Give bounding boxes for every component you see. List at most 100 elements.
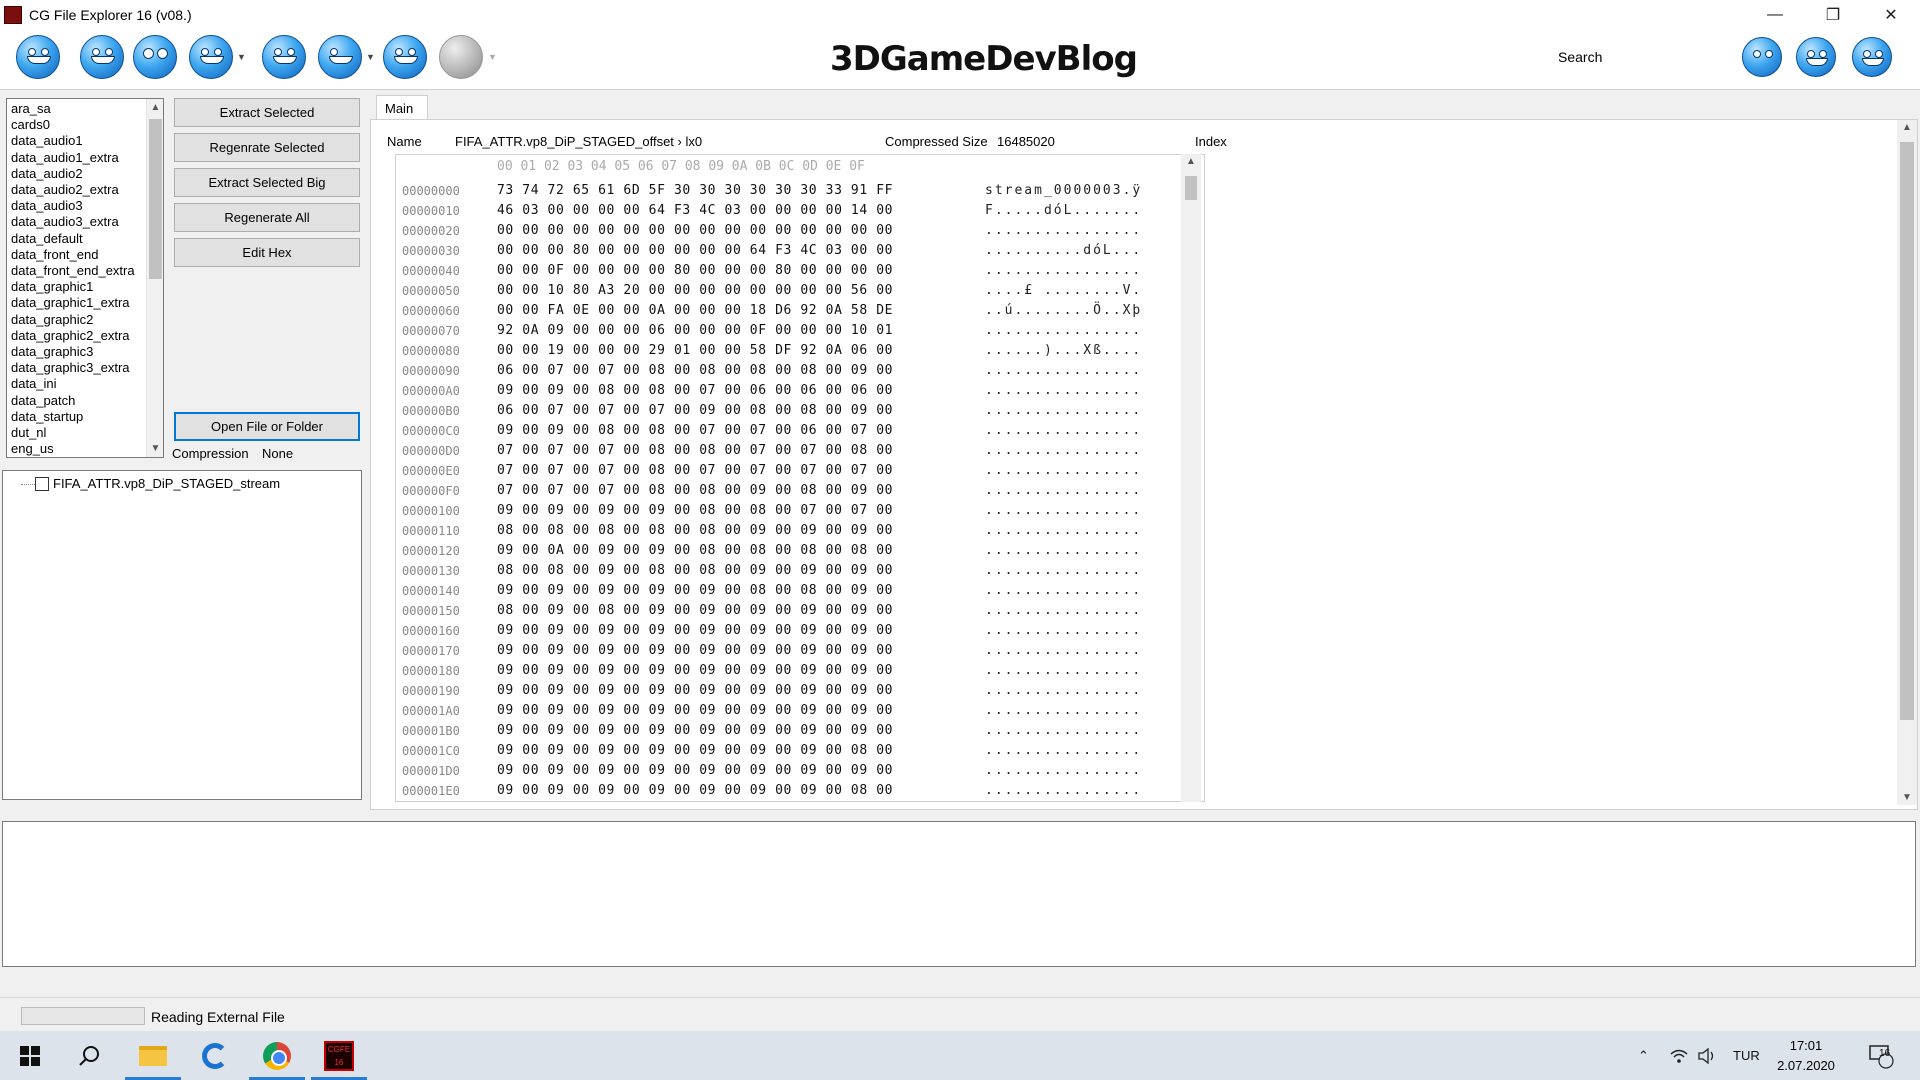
hex-row[interactable]: 00000120 09 00 0A 00 09 00 09 00 08 00 08… bbox=[402, 541, 1142, 561]
hex-bytes[interactable]: 00 00 00 00 00 00 00 00 00 00 00 00 00 0… bbox=[497, 221, 985, 241]
list-item[interactable]: data_audio1 bbox=[11, 133, 163, 149]
scroll-down-icon[interactable]: ▼ bbox=[1897, 792, 1917, 803]
hex-ascii[interactable]: ................ bbox=[985, 421, 1142, 441]
hex-bytes[interactable]: 09 00 09 00 09 00 09 00 09 00 09 00 09 0… bbox=[497, 701, 985, 721]
scroll-down-icon[interactable]: ▼ bbox=[147, 440, 163, 457]
hex-ascii[interactable]: ................ bbox=[985, 701, 1142, 721]
hex-row[interactable]: 00000060 00 00 FA 0E 00 00 0A 00 00 00 18… bbox=[402, 301, 1142, 321]
hex-ascii[interactable]: ..ú........Ö..Xþ bbox=[985, 301, 1142, 321]
hex-ascii[interactable]: ................ bbox=[985, 481, 1142, 501]
hex-bytes[interactable]: 09 00 09 00 09 00 09 00 09 00 09 00 09 0… bbox=[497, 621, 985, 641]
clock[interactable]: 17:01 2.07.2020 bbox=[1766, 1036, 1846, 1076]
hex-viewer[interactable]: 00 01 02 03 04 05 06 07 08 09 0A 0B 0C 0… bbox=[395, 154, 1205, 802]
hex-ascii[interactable]: ................ bbox=[985, 441, 1142, 461]
crying-smiley-icon[interactable] bbox=[1796, 37, 1836, 77]
happy-smiley-icon[interactable] bbox=[262, 35, 306, 79]
close-button[interactable]: ✕ bbox=[1862, 0, 1920, 29]
open-smiley-icon[interactable] bbox=[16, 35, 60, 79]
list-item[interactable]: data_startup bbox=[11, 409, 163, 425]
hex-ascii[interactable]: ................ bbox=[985, 641, 1142, 661]
minimize-button[interactable]: — bbox=[1746, 0, 1804, 29]
hex-row[interactable]: 00000090 06 00 07 00 07 00 08 00 08 00 08… bbox=[402, 361, 1142, 381]
list-item[interactable]: ara_sa bbox=[11, 101, 163, 117]
hex-ascii[interactable]: ................ bbox=[985, 681, 1142, 701]
hex-row[interactable]: 000000D0 07 00 07 00 07 00 08 00 08 00 07… bbox=[402, 441, 1142, 461]
hex-bytes[interactable]: 46 03 00 00 00 00 64 F3 4C 03 00 00 00 0… bbox=[497, 201, 985, 221]
cg-file-explorer-icon[interactable]: CGFE 16 bbox=[309, 1031, 369, 1080]
file-tree[interactable]: FIFA_ATTR.vp8_DiP_STAGED_stream bbox=[2, 470, 362, 800]
hex-bytes[interactable]: 06 00 07 00 07 00 08 00 08 00 08 00 08 0… bbox=[497, 361, 985, 381]
hex-bytes[interactable]: 09 00 0A 00 09 00 09 00 08 00 08 00 08 0… bbox=[497, 541, 985, 561]
hex-row[interactable]: 000001B0 09 00 09 00 09 00 09 00 09 00 09… bbox=[402, 721, 1142, 741]
hex-bytes[interactable]: 08 00 08 00 08 00 08 00 08 00 09 00 09 0… bbox=[497, 521, 985, 541]
chevron-down-icon[interactable]: ▼ bbox=[366, 52, 375, 62]
hex-bytes[interactable]: 09 00 09 00 09 00 09 00 09 00 09 00 09 0… bbox=[497, 781, 985, 801]
tree-item-checkbox[interactable] bbox=[35, 477, 49, 491]
hex-row[interactable]: 000000C0 09 00 09 00 08 00 08 00 07 00 07… bbox=[402, 421, 1142, 441]
hex-bytes[interactable]: 08 00 08 00 09 00 08 00 08 00 09 00 09 0… bbox=[497, 561, 985, 581]
hex-row[interactable]: 00000150 08 00 09 00 08 00 09 00 09 00 09… bbox=[402, 601, 1142, 621]
archive-list[interactable]: ara_sa cards0 data_audio1 data_audio1_ex… bbox=[6, 98, 164, 458]
hex-ascii[interactable]: ................ bbox=[985, 461, 1142, 481]
hex-ascii[interactable]: ................ bbox=[985, 581, 1142, 601]
tree-item-label[interactable]: FIFA_ATTR.vp8_DiP_STAGED_stream bbox=[53, 476, 280, 491]
hex-bytes[interactable]: 09 00 09 00 09 00 09 00 09 00 09 00 09 0… bbox=[497, 641, 985, 661]
wink-smiley-icon[interactable] bbox=[318, 35, 362, 79]
hex-ascii[interactable]: ................ bbox=[985, 521, 1142, 541]
chevron-down-icon[interactable]: ▼ bbox=[237, 52, 246, 62]
hex-row[interactable]: 000001E0 09 00 09 00 09 00 09 00 09 00 09… bbox=[402, 781, 1142, 801]
extract-selected-big-button[interactable]: Extract Selected Big bbox=[174, 168, 360, 197]
hex-ascii[interactable]: ................ bbox=[985, 381, 1142, 401]
hex-bytes[interactable]: 09 00 09 00 09 00 09 00 09 00 09 00 09 0… bbox=[497, 721, 985, 741]
search-icon[interactable] bbox=[60, 1031, 120, 1080]
open-file-or-folder-button[interactable]: Open File or Folder bbox=[174, 412, 360, 441]
hex-row[interactable]: 000001C0 09 00 09 00 09 00 09 00 09 00 09… bbox=[402, 741, 1142, 761]
list-item[interactable]: data_audio1_extra bbox=[11, 150, 163, 166]
hex-ascii[interactable]: ................ bbox=[985, 261, 1142, 281]
scrollbar-thumb[interactable] bbox=[1900, 142, 1914, 720]
hex-row[interactable]: 00000040 00 00 0F 00 00 00 00 80 00 00 00… bbox=[402, 261, 1142, 281]
list-item[interactable]: data_graphic3 bbox=[11, 344, 163, 360]
hex-row[interactable]: 00000030 00 00 00 80 00 00 00 00 00 00 64… bbox=[402, 241, 1142, 261]
hex-bytes[interactable]: 09 00 09 00 08 00 08 00 07 00 06 00 06 0… bbox=[497, 381, 985, 401]
refresh-smiley-icon[interactable] bbox=[80, 35, 124, 79]
extract-selected-button[interactable]: Extract Selected bbox=[174, 98, 360, 127]
hex-row[interactable]: 00000110 08 00 08 00 08 00 08 00 08 00 09… bbox=[402, 521, 1142, 541]
sad-smiley-icon[interactable] bbox=[189, 35, 233, 79]
hex-ascii[interactable]: ................ bbox=[985, 621, 1142, 641]
chevron-up-icon[interactable]: ⌃ bbox=[1638, 1031, 1649, 1080]
hex-ascii[interactable]: ................ bbox=[985, 721, 1142, 741]
hex-row[interactable]: 00000050 00 00 10 80 A3 20 00 00 00 00 00… bbox=[402, 281, 1142, 301]
hex-bytes[interactable]: 73 74 72 65 61 6D 5F 30 30 30 30 30 30 3… bbox=[497, 181, 985, 201]
hex-row[interactable]: 00000180 09 00 09 00 09 00 09 00 09 00 09… bbox=[402, 661, 1142, 681]
hex-ascii[interactable]: ................ bbox=[985, 601, 1142, 621]
list-item[interactable]: data_front_end_extra bbox=[11, 263, 163, 279]
hex-ascii[interactable]: ....£ ........V. bbox=[985, 281, 1142, 301]
hex-row[interactable]: 00000080 00 00 19 00 00 00 29 01 00 00 58… bbox=[402, 341, 1142, 361]
list-item[interactable]: data_graphic2_extra bbox=[11, 328, 163, 344]
restore-button[interactable]: ❐ bbox=[1804, 0, 1862, 29]
hex-row[interactable]: 000000E0 07 00 07 00 07 00 08 00 07 00 07… bbox=[402, 461, 1142, 481]
list-item[interactable]: eng_us bbox=[11, 441, 163, 457]
archive-list-scrollbar[interactable]: ▲ ▼ bbox=[146, 99, 163, 457]
hex-bytes[interactable]: 08 00 09 00 08 00 09 00 09 00 09 00 09 0… bbox=[497, 601, 985, 621]
list-item[interactable]: data_graphic1 bbox=[11, 279, 163, 295]
list-item[interactable]: data_graphic3_extra bbox=[11, 360, 163, 376]
list-item[interactable]: data_default bbox=[11, 231, 163, 247]
notification-icon[interactable]: 16 bbox=[1868, 1031, 1894, 1080]
hex-bytes[interactable]: 09 00 09 00 08 00 08 00 07 00 07 00 06 0… bbox=[497, 421, 985, 441]
list-item[interactable]: data_graphic1_extra bbox=[11, 295, 163, 311]
hex-bytes[interactable]: 00 00 00 80 00 00 00 00 00 00 64 F3 4C 0… bbox=[497, 241, 985, 261]
wifi-icon[interactable] bbox=[1670, 1031, 1688, 1080]
hex-row[interactable]: 00000130 08 00 08 00 09 00 08 00 08 00 09… bbox=[402, 561, 1142, 581]
hex-ascii[interactable]: ......)...Xß.... bbox=[985, 341, 1142, 361]
list-item[interactable]: data_graphic2 bbox=[11, 312, 163, 328]
hex-row[interactable]: 00000100 09 00 09 00 09 00 09 00 08 00 08… bbox=[402, 501, 1142, 521]
chrome-icon[interactable] bbox=[247, 1031, 307, 1080]
main-scrollbar[interactable]: ▲ ▼ bbox=[1897, 120, 1917, 805]
hex-bytes[interactable]: 09 00 09 00 09 00 09 00 09 00 09 00 09 0… bbox=[497, 661, 985, 681]
hex-ascii[interactable]: ................ bbox=[985, 321, 1142, 341]
hex-bytes[interactable]: 06 00 07 00 07 00 07 00 09 00 08 00 08 0… bbox=[497, 401, 985, 421]
hex-ascii[interactable]: ................ bbox=[985, 781, 1142, 801]
hex-bytes[interactable]: 00 00 10 80 A3 20 00 00 00 00 00 00 00 0… bbox=[497, 281, 985, 301]
